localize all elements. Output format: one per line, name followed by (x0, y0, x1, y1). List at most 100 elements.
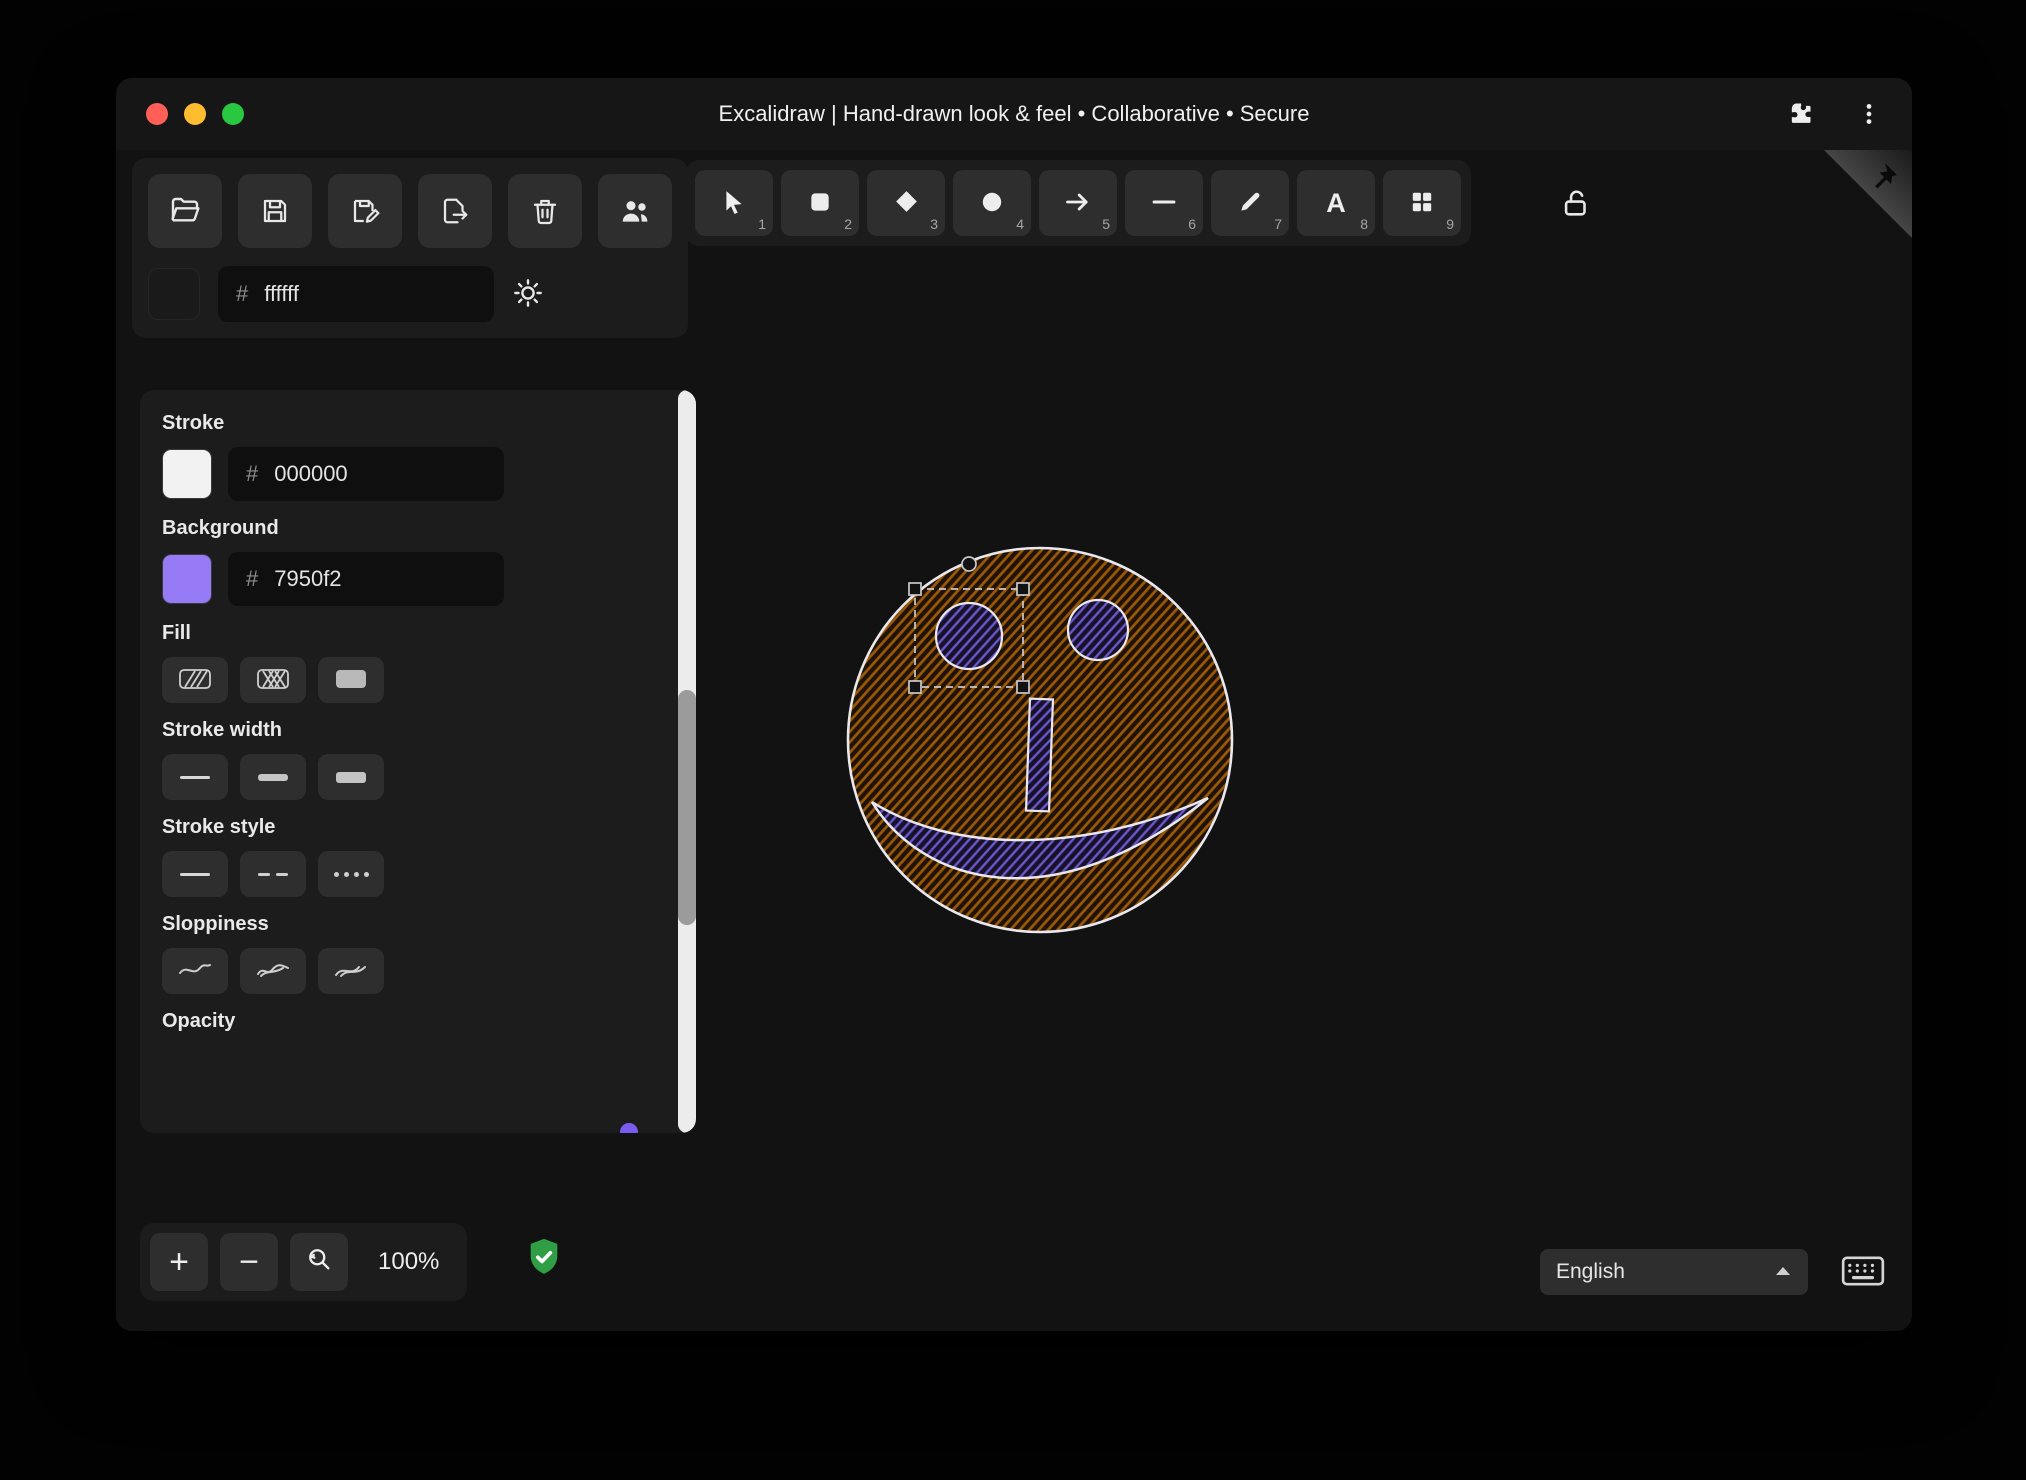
artist-squiggle-icon (256, 958, 290, 985)
save-button[interactable] (238, 174, 312, 248)
canvas-background-input[interactable] (264, 281, 435, 307)
export-button[interactable] (418, 174, 492, 248)
zoom-in-button[interactable]: + (150, 1233, 208, 1291)
stroke-style-dotted-button[interactable] (318, 851, 384, 897)
stroke-width-label: Stroke width (162, 719, 283, 741)
crosshatch-icon (256, 667, 290, 694)
file-toolbar: # (132, 158, 688, 338)
stroke-style-solid-button[interactable] (162, 851, 228, 897)
zoom-out-button[interactable]: − (220, 1233, 278, 1291)
fill-solid-button[interactable] (318, 657, 384, 703)
tool-ellipse[interactable]: 4 (953, 170, 1031, 236)
export-file-icon (440, 196, 470, 226)
titlebar: Excalidraw | Hand-drawn look & feel • Co… (116, 78, 1912, 150)
arrow-icon (1064, 188, 1092, 219)
diamond-icon (893, 188, 920, 218)
cartoonist-squiggle-icon (334, 958, 368, 985)
stroke-width-thin-button[interactable] (162, 754, 228, 800)
close-window-button[interactable] (146, 103, 168, 125)
keyboard-shortcuts-icon[interactable] (1840, 1254, 1886, 1293)
rectangle-icon (807, 189, 833, 218)
zoom-reset-icon (305, 1245, 333, 1279)
window-title: Excalidraw | Hand-drawn look & feel • Co… (718, 101, 1310, 126)
unlock-icon (1559, 186, 1593, 223)
zoom-window-button[interactable] (222, 103, 244, 125)
language-value: English (1556, 1260, 1625, 1283)
sun-icon (512, 277, 544, 312)
shapes-grid-icon (1409, 189, 1435, 218)
pencil-icon (1237, 189, 1263, 218)
tool-diamond[interactable]: 3 (867, 170, 945, 236)
opacity-slider-thumb[interactable] (620, 1123, 638, 1133)
dashed-line-icon (258, 872, 288, 876)
lock-tool-button[interactable] (1548, 176, 1604, 232)
stroke-color-input[interactable] (274, 461, 445, 487)
window-controls (146, 103, 244, 125)
solid-line-icon (180, 872, 210, 876)
rotation-handle[interactable] (961, 556, 977, 572)
tool-selection[interactable]: 1 (695, 170, 773, 236)
dotted-line-icon (333, 871, 369, 877)
save-icon (260, 196, 290, 226)
fill-hachure-button[interactable] (162, 657, 228, 703)
sloppiness-cartoonist-button[interactable] (318, 948, 384, 994)
stroke-style-dashed-button[interactable] (240, 851, 306, 897)
ellipse-icon (979, 189, 1005, 218)
tool-line[interactable]: 6 (1125, 170, 1203, 236)
bold-line-icon (258, 773, 288, 781)
sloppiness-label: Sloppiness (162, 913, 269, 935)
language-select[interactable]: English (1540, 1249, 1808, 1295)
background-color-swatch[interactable] (162, 554, 212, 604)
minimize-window-button[interactable] (184, 103, 206, 125)
pin-icon (1875, 163, 1897, 189)
fill-label: Fill (162, 622, 191, 644)
canvas-background-hex: # (218, 266, 494, 322)
stroke-label: Stroke (162, 412, 225, 434)
opacity-label: Opacity (162, 1010, 236, 1032)
architect-squiggle-icon (178, 958, 212, 985)
stroke-hex: # (228, 447, 504, 501)
stroke-color-swatch[interactable] (162, 449, 212, 499)
tool-arrow[interactable]: 5 (1039, 170, 1117, 236)
stroke-width-extrabold-button[interactable] (318, 754, 384, 800)
canvas-background-swatch[interactable] (148, 268, 200, 320)
canvas-area[interactable]: # 1 2 (116, 150, 1912, 1331)
kebab-menu-icon[interactable] (1856, 101, 1882, 127)
text-tool-icon: A (1326, 187, 1346, 218)
background-hex: # (228, 552, 504, 606)
tool-toolbar: 1 2 3 4 5 6 7 A 8 9 (685, 160, 1471, 246)
stroke-width-bold-button[interactable] (240, 754, 306, 800)
hash-prefix: # (236, 281, 249, 306)
fill-crosshatch-button[interactable] (240, 657, 306, 703)
zoom-reset-button[interactable] (290, 1233, 348, 1291)
collaborators-icon (619, 195, 651, 227)
save-as-icon (350, 196, 380, 226)
caret-up-icon (1774, 1264, 1792, 1281)
sloppiness-artist-button[interactable] (240, 948, 306, 994)
zoom-level[interactable]: 100% (360, 1248, 457, 1276)
zoom-controls: + − 100% (140, 1223, 468, 1301)
panel-scrollbar-thumb[interactable] (678, 690, 696, 925)
tool-rectangle[interactable]: 2 (781, 170, 859, 236)
smiley-face[interactable] (846, 546, 1234, 934)
tool-text[interactable]: A 8 (1297, 170, 1375, 236)
trash-icon (530, 196, 560, 226)
background-color-input[interactable] (274, 566, 445, 592)
theme-toggle-button[interactable] (512, 277, 544, 312)
hachure-icon (178, 667, 212, 694)
sloppiness-architect-button[interactable] (162, 948, 228, 994)
open-button[interactable] (148, 174, 222, 248)
tool-shapes[interactable]: 9 (1383, 170, 1461, 236)
solid-fill-icon (334, 667, 368, 694)
panel-scrollbar-track[interactable] (678, 390, 696, 1133)
extensions-puzzle-icon[interactable] (1786, 100, 1814, 128)
encryption-shield-icon[interactable] (524, 1236, 564, 1285)
collaborators-button[interactable] (598, 174, 672, 248)
cursor-icon (721, 189, 747, 218)
tool-draw[interactable]: 7 (1211, 170, 1289, 236)
save-as-button[interactable] (328, 174, 402, 248)
thin-line-icon (180, 775, 210, 779)
delete-button[interactable] (508, 174, 582, 248)
stroke-style-label: Stroke style (162, 816, 276, 838)
app-window: Excalidraw | Hand-drawn look & feel • Co… (116, 78, 1912, 1331)
